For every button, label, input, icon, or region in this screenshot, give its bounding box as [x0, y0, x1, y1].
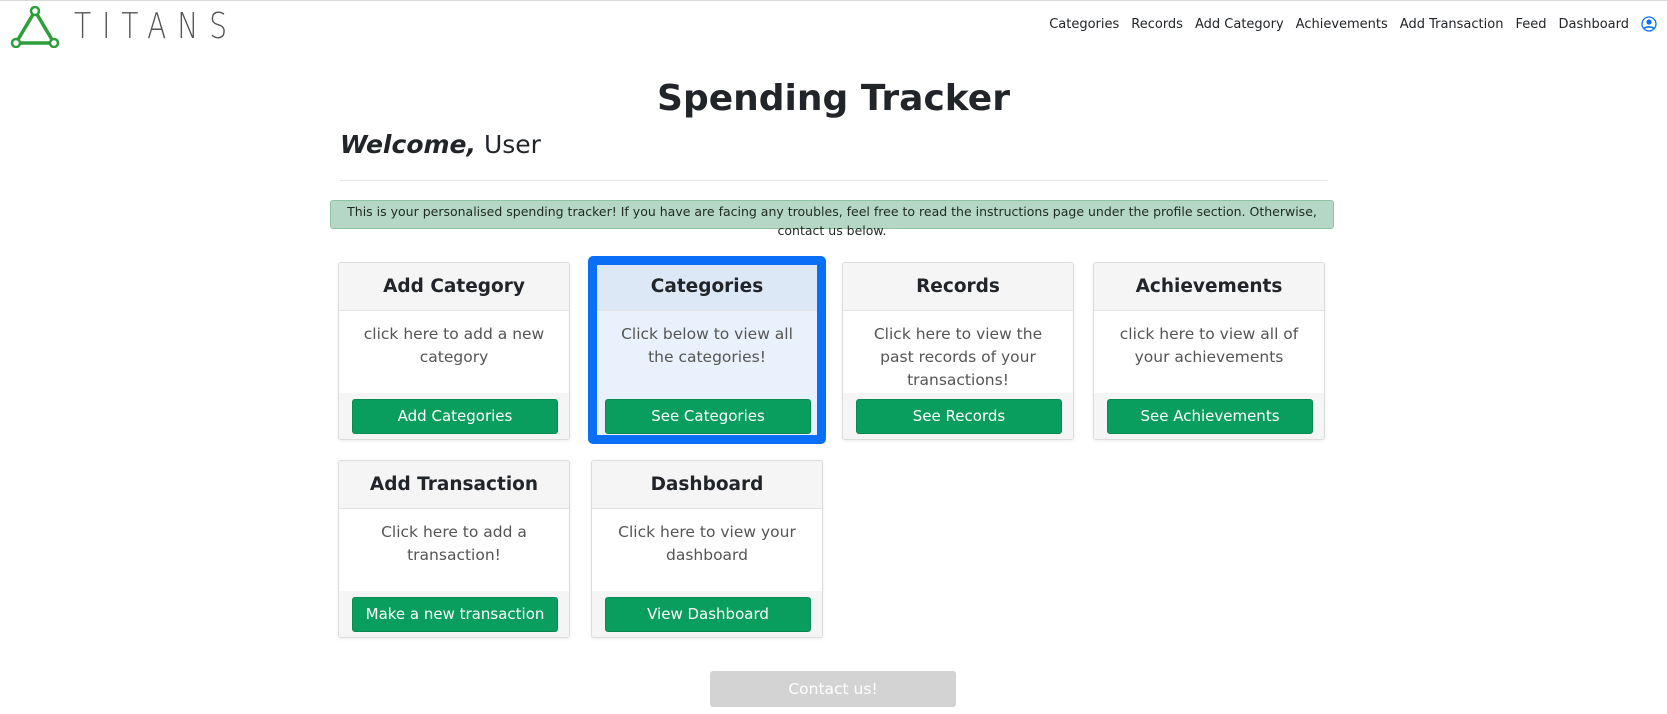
- card-title: Dashboard: [592, 461, 822, 509]
- card-footer: View Dashboard: [592, 591, 822, 637]
- triangle-logo-icon: [10, 6, 60, 48]
- card-add-category: Add Category click here to add a new cat…: [338, 262, 570, 440]
- card-categories: Categories Click below to view all the c…: [591, 262, 823, 440]
- navbar: TITANS Categories Records Add Category A…: [0, 0, 1667, 54]
- nav-link-dashboard[interactable]: Dashboard: [1558, 17, 1629, 32]
- nav-link-add-transaction[interactable]: Add Transaction: [1400, 17, 1504, 32]
- view-dashboard-button[interactable]: View Dashboard: [605, 597, 811, 632]
- card-title: Add Transaction: [339, 461, 569, 509]
- see-categories-button[interactable]: See Categories: [605, 399, 811, 434]
- nav-link-records[interactable]: Records: [1131, 17, 1183, 32]
- card-achievements: Achievements click here to view all of y…: [1093, 262, 1325, 440]
- nav-link-achievements[interactable]: Achievements: [1296, 17, 1388, 32]
- card-footer: Make a new transaction: [339, 591, 569, 637]
- info-alert: This is your personalised spending track…: [330, 200, 1334, 238]
- see-achievements-button[interactable]: See Achievements: [1107, 399, 1313, 434]
- see-records-button[interactable]: See Records: [856, 399, 1062, 434]
- nav-link-feed[interactable]: Feed: [1515, 17, 1546, 32]
- card-footer: See Achievements: [1094, 393, 1324, 439]
- welcome-word: Welcome,: [340, 130, 476, 159]
- card-footer: Add Categories: [339, 393, 569, 439]
- welcome-username: User: [476, 130, 541, 159]
- card-title: Achievements: [1094, 263, 1324, 311]
- card-title: Add Category: [339, 263, 569, 311]
- make-transaction-button[interactable]: Make a new transaction: [352, 597, 558, 632]
- add-categories-button[interactable]: Add Categories: [352, 399, 558, 434]
- user-circle-icon[interactable]: [1641, 16, 1657, 32]
- nav-link-categories[interactable]: Categories: [1049, 17, 1119, 32]
- card-text: Click here to view your dashboard: [618, 523, 796, 564]
- nav-link-add-category[interactable]: Add Category: [1195, 17, 1284, 32]
- welcome-message: Welcome, User: [340, 130, 541, 159]
- brand-name: TITANS: [74, 6, 238, 47]
- contact-us-button[interactable]: Contact us!: [710, 671, 956, 707]
- card-text: click here to add a new category: [363, 325, 545, 366]
- card-text: Click here to view the past records of y…: [873, 325, 1043, 389]
- card-footer: See Categories: [592, 393, 822, 439]
- nav-links: Categories Records Add Category Achievem…: [1037, 16, 1657, 32]
- card-title: Records: [843, 263, 1073, 311]
- brand[interactable]: TITANS: [10, 6, 284, 48]
- card-records: Records Click here to view the past reco…: [842, 262, 1074, 440]
- card-dashboard: Dashboard Click here to view your dashbo…: [591, 460, 823, 638]
- card-text: click here to view all of your achieveme…: [1119, 325, 1299, 366]
- page-title: Spending Tracker: [657, 78, 1010, 119]
- card-text: Click below to view all the categories!: [621, 325, 793, 366]
- card-title: Categories: [592, 263, 822, 311]
- card-footer: See Records: [843, 393, 1073, 439]
- divider: [340, 180, 1327, 181]
- card-add-transaction: Add Transaction Click here to add a tran…: [338, 460, 570, 638]
- card-text: Click here to add a transaction!: [381, 523, 527, 564]
